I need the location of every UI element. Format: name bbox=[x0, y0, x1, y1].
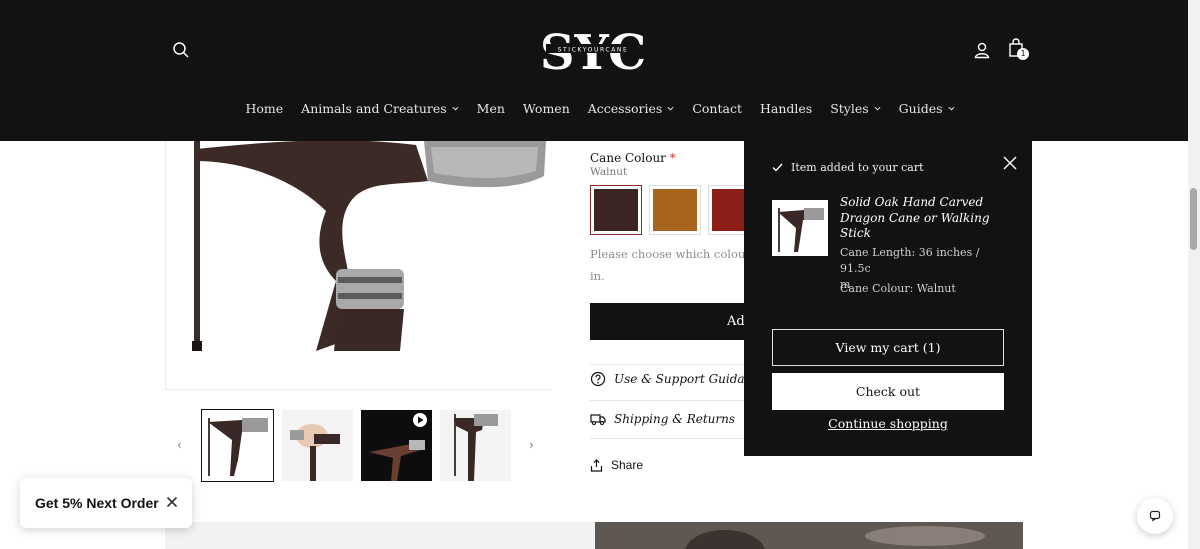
continue-shopping-link[interactable]: Continue shopping bbox=[772, 416, 1004, 431]
logo[interactable]: SYC STICKYOURCANE bbox=[540, 24, 646, 76]
product-main-image[interactable] bbox=[165, 141, 552, 390]
nav-item-men[interactable]: Men bbox=[468, 98, 514, 118]
thumbnail-2[interactable] bbox=[282, 410, 353, 481]
nav-item-contact[interactable]: Contact bbox=[683, 98, 751, 118]
nav-label: Men bbox=[476, 100, 505, 116]
nav-label: Guides bbox=[898, 100, 943, 116]
lifestyle-image bbox=[595, 522, 1023, 549]
nav-label: Animals and Creatures bbox=[301, 100, 447, 116]
question-circle-icon bbox=[590, 371, 606, 387]
scrollbar-thumb[interactable] bbox=[1190, 188, 1197, 250]
collapsible-label: Use & Support Guidanc bbox=[614, 372, 750, 386]
colour-helper-text: Please choose which colour in. bbox=[590, 243, 750, 287]
svg-text:STICKYOURCANE: STICKYOURCANE bbox=[558, 47, 629, 54]
required-mark: * bbox=[669, 151, 676, 165]
nav-label: Women bbox=[522, 100, 570, 116]
colour-label-text: Cane Colour bbox=[590, 151, 666, 165]
close-icon[interactable] bbox=[1002, 155, 1018, 171]
divider bbox=[590, 438, 750, 439]
product-info: Cane Colour * Walnut Please choose which… bbox=[590, 141, 750, 481]
nav-label: Handles bbox=[759, 100, 813, 116]
nav-item-animals-and-creatures[interactable]: Animals and Creatures bbox=[292, 98, 468, 118]
chat-icon bbox=[1149, 510, 1161, 522]
collapsible-label: Shipping & Returns bbox=[614, 412, 736, 426]
add-to-cart-button[interactable]: Ad bbox=[590, 303, 750, 340]
helper-line-2: in. bbox=[590, 269, 605, 283]
nav-item-home[interactable]: Home bbox=[236, 98, 292, 118]
nav-item-women[interactable]: Women bbox=[514, 98, 579, 118]
cart-count-badge: 1 bbox=[1017, 48, 1029, 60]
main-nav: Home Animals and Creatures Men Women Acc… bbox=[0, 98, 1200, 118]
dragon-cane-image bbox=[192, 141, 546, 351]
nav-item-handles[interactable]: Handles bbox=[751, 98, 821, 118]
cart-item-title: Solid Oak Hand Carved Dragon Cane or Wal… bbox=[840, 195, 990, 240]
nav-label: Home bbox=[245, 100, 284, 116]
cart-item-colour: Cane Colour: Walnut bbox=[840, 282, 956, 295]
share-button[interactable]: Share bbox=[590, 458, 643, 472]
account-icon[interactable] bbox=[970, 38, 994, 62]
nav-item-styles[interactable]: Styles bbox=[821, 98, 889, 118]
chevron-down-icon bbox=[948, 106, 955, 111]
share-icon bbox=[590, 458, 603, 472]
site-header: SYC STICKYOURCANE 1 Home Animals and Cre… bbox=[0, 0, 1200, 141]
promo-popup[interactable]: Get 5% Next Order bbox=[20, 478, 192, 528]
promo-label: Get 5% Next Order bbox=[35, 495, 159, 511]
thumbnail-4[interactable] bbox=[440, 410, 511, 481]
cart-notification: Item added to your cart Solid Oak Hand C… bbox=[744, 141, 1032, 456]
scrollbar-track[interactable] bbox=[1188, 0, 1200, 549]
nav-label: Contact bbox=[692, 100, 742, 116]
nav-item-accessories[interactable]: Accessories bbox=[579, 98, 684, 118]
chevron-down-icon bbox=[874, 106, 881, 111]
content-band bbox=[165, 522, 595, 549]
colour-field-label: Cane Colour * bbox=[590, 151, 676, 165]
product-thumbnails: ‹ › bbox=[165, 408, 552, 484]
helper-line-1: Please choose which colour bbox=[590, 247, 750, 261]
chevron-down-icon bbox=[667, 106, 674, 111]
cart-item-image bbox=[772, 200, 828, 256]
close-icon[interactable] bbox=[166, 496, 178, 508]
thumbnail-video[interactable] bbox=[361, 410, 432, 481]
thumbnail-1[interactable] bbox=[201, 409, 274, 482]
swatch-walnut[interactable] bbox=[590, 185, 642, 235]
thumbs-next-icon[interactable]: › bbox=[529, 438, 541, 452]
heading-text: Item added to your cart bbox=[791, 161, 924, 174]
nav-label: Styles bbox=[830, 100, 869, 116]
nav-label: Accessories bbox=[587, 100, 663, 116]
shipping-returns-collapsible[interactable]: Shipping & Returns bbox=[590, 400, 750, 438]
swatch-honey[interactable] bbox=[649, 185, 701, 235]
length-line-1: Cane Length: 36 inches / 91.5c bbox=[840, 246, 980, 275]
checkmark-icon bbox=[772, 163, 783, 172]
chat-button[interactable] bbox=[1137, 498, 1173, 534]
chevron-down-icon bbox=[452, 106, 459, 111]
colour-selected-value: Walnut bbox=[590, 166, 628, 178]
nav-item-guides[interactable]: Guides bbox=[890, 98, 964, 118]
view-cart-button[interactable]: View my cart (1) bbox=[772, 329, 1004, 366]
thumbs-prev-icon[interactable]: ‹ bbox=[177, 438, 189, 452]
search-icon[interactable] bbox=[169, 38, 193, 62]
use-support-collapsible[interactable]: Use & Support Guidanc bbox=[590, 360, 750, 398]
cart-notification-heading: Item added to your cart bbox=[772, 161, 924, 174]
checkout-button[interactable]: Check out bbox=[772, 373, 1004, 410]
share-label: Share bbox=[611, 458, 644, 472]
truck-icon bbox=[590, 414, 606, 426]
